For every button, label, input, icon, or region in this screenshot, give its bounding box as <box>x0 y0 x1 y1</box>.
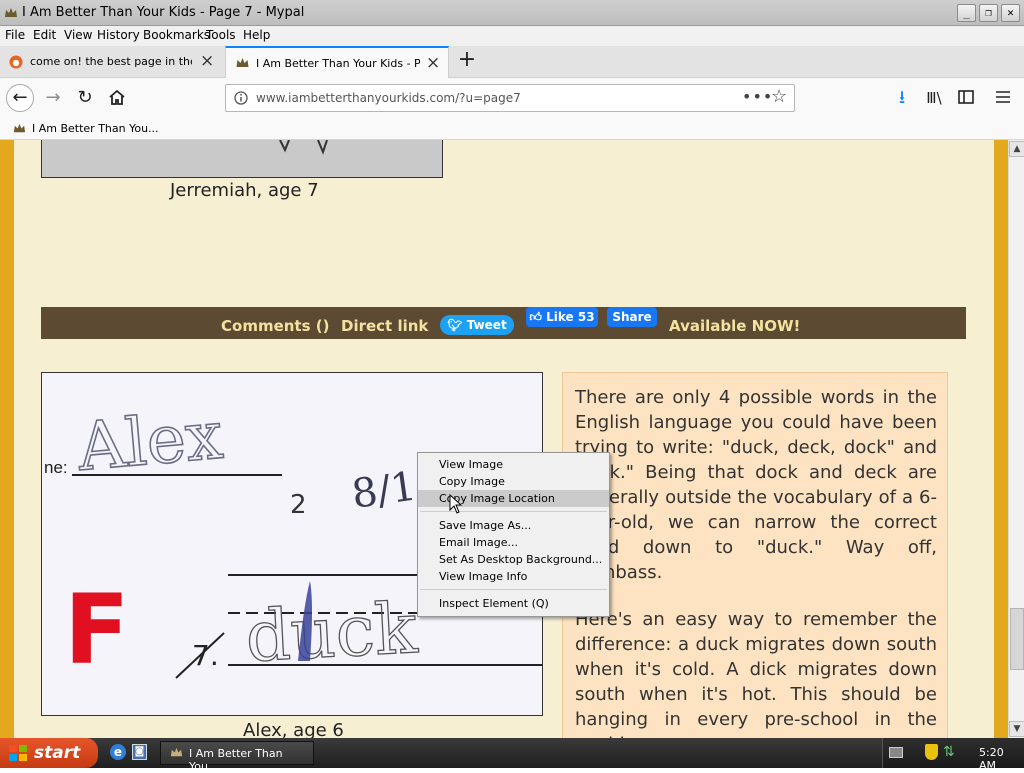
bookmark-star-icon[interactable]: ☆ <box>771 86 787 107</box>
menu-item-copy-image-location[interactable]: Copy Image Location <box>418 490 609 507</box>
close-tab-icon[interactable]: × <box>426 53 440 73</box>
start-button[interactable]: start <box>0 738 98 768</box>
menu-tools[interactable]: Tools <box>206 28 236 42</box>
comments-link[interactable]: Comments () <box>221 317 329 335</box>
system-tray: ⇅ 5:20 AM <box>882 738 1024 772</box>
commentary-paragraph: Here's an easy way to remember the diffe… <box>575 609 937 738</box>
page-column: Jerremiah, age 7 Comments () Direct link… <box>14 140 994 738</box>
window-title: I Am Better Than Your Kids - Page 7 - My… <box>22 5 305 20</box>
twitter-bird-icon: 🐦︎ <box>447 318 463 332</box>
menu-file[interactable]: File <box>5 28 25 42</box>
crown-icon <box>13 123 26 133</box>
back-arrow-icon[interactable]: ← <box>6 84 34 112</box>
scroll-up-arrow-icon[interactable]: ▲ <box>1009 141 1024 157</box>
menu-help[interactable]: Help <box>243 28 270 42</box>
vertical-scrollbar[interactable]: ▲ ▼ <box>1008 140 1024 738</box>
share-bar: Comments () Direct link 🐦︎ Tweet 👍︎ Like… <box>41 307 966 339</box>
sidebar-icon[interactable] <box>958 90 974 104</box>
forward-arrow-icon[interactable]: → <box>40 86 66 112</box>
show-desktop-icon[interactable]: ◙ <box>132 744 147 760</box>
commentary-box: There are only 4 possible words in the E… <box>562 372 948 738</box>
maximize-button[interactable]: ❐ <box>979 4 998 22</box>
crown-icon <box>236 58 249 67</box>
tweet-button[interactable]: 🐦︎ Tweet <box>440 315 514 335</box>
address-bar[interactable]: www.iambetterthanyourkids.com/?u=page7 •… <box>225 84 795 112</box>
tab-label: I Am Better Than Your Kids - Page <box>256 57 420 70</box>
taskbar-item-label: I Am Better Than You... <box>189 747 283 773</box>
context-menu: View Image Copy Image Copy Image Locatio… <box>417 452 610 617</box>
reddit-icon <box>9 55 23 69</box>
menu-item-set-desktop-background[interactable]: Set As Desktop Background... <box>418 551 609 568</box>
problem-number-7: 7. <box>192 639 219 672</box>
title-bar: I Am Better Than Your Kids - Page 7 - My… <box>0 0 1024 26</box>
previous-drawing-image[interactable] <box>41 140 443 178</box>
scrollbar-thumb[interactable] <box>1010 608 1024 670</box>
tab-bar: come on! the best page in the uni × I Am… <box>0 46 1024 78</box>
reload-icon[interactable]: ↻ <box>72 86 98 112</box>
menu-item-save-image-as[interactable]: Save Image As... <box>418 517 609 534</box>
like-label: Like 53 <box>546 310 595 324</box>
page-content: Jerremiah, age 7 Comments () Direct link… <box>0 140 1008 738</box>
menu-bar: File Edit View History Bookmarks Tools H… <box>0 26 1024 46</box>
close-window-button[interactable]: ✕ <box>1001 4 1020 22</box>
library-icon[interactable]: Ⅲ\ <box>921 86 947 112</box>
tab-better-than-kids[interactable]: I Am Better Than Your Kids - Page × <box>225 46 449 78</box>
taskbar: start e ◙ I Am Better Than You... ⇅ 5:20… <box>0 738 1024 773</box>
handwritten-answer: duck <box>244 587 420 678</box>
worksheet-name-label: ne: <box>44 458 68 477</box>
clock[interactable]: 5:20 AM <box>979 746 1024 772</box>
available-now-link[interactable]: Available NOW! <box>669 317 800 335</box>
home-icon[interactable] <box>108 89 126 106</box>
network-icon[interactable]: ⇅ <box>943 744 955 760</box>
security-shield-icon[interactable] <box>925 744 938 760</box>
menu-item-view-image-info[interactable]: View Image Info <box>418 568 609 585</box>
menu-separator <box>420 589 607 590</box>
thumbs-up-icon: 👍︎ <box>529 310 542 324</box>
download-arrow-icon[interactable]: ⭳ <box>889 86 915 112</box>
bookmarks-toolbar: I Am Better Than You... <box>0 118 1024 140</box>
internet-explorer-icon[interactable]: e <box>110 744 126 760</box>
minimize-button[interactable]: _ <box>957 4 976 22</box>
hamburger-menu-icon[interactable] <box>996 91 1010 103</box>
keyboard-icon[interactable] <box>889 747 903 758</box>
image-caption: Jerremiah, age 7 <box>170 180 319 201</box>
menu-item-copy-image[interactable]: Copy Image <box>418 473 609 490</box>
windows-logo-icon <box>9 745 27 761</box>
commentary-paragraph: There are only 4 possible words in the E… <box>575 387 937 583</box>
menu-bookmarks[interactable]: Bookmarks <box>143 28 210 42</box>
menu-item-view-image[interactable]: View Image <box>418 456 609 473</box>
problem-number-2: 2 <box>290 490 307 520</box>
direct-link[interactable]: Direct link <box>341 317 428 335</box>
tab-come-on[interactable]: come on! the best page in the uni × <box>0 46 224 78</box>
taskbar-item-browser[interactable]: I Am Better Than You... <box>160 741 314 773</box>
crown-icon <box>170 747 183 757</box>
page-actions-icon[interactable]: ••• <box>742 87 773 106</box>
tweet-label: Tweet <box>466 318 507 332</box>
start-label: start <box>34 743 81 763</box>
menu-edit[interactable]: Edit <box>33 28 56 42</box>
like-button[interactable]: 👍︎ Like 53 <box>526 307 598 327</box>
menu-view[interactable]: View <box>64 28 92 42</box>
close-tab-icon[interactable]: × <box>200 51 214 71</box>
grade-f: F <box>64 574 130 686</box>
scroll-down-arrow-icon[interactable]: ▼ <box>1009 721 1024 737</box>
share-button[interactable]: Share <box>607 307 657 327</box>
crown-icon <box>5 8 17 17</box>
menu-item-email-image[interactable]: Email Image... <box>418 534 609 551</box>
handwritten-name: Alex <box>74 397 226 486</box>
bookmark-item[interactable]: I Am Better Than You... <box>32 122 159 135</box>
menu-item-inspect-element[interactable]: Inspect Element (Q) <box>418 595 609 612</box>
tab-label: come on! the best page in the uni <box>30 55 192 68</box>
image-caption: Alex, age 6 <box>243 720 344 738</box>
new-tab-plus-icon[interactable]: + <box>456 49 478 73</box>
mouse-cursor-icon <box>449 494 462 514</box>
menu-history[interactable]: History <box>97 28 140 42</box>
url-text[interactable]: www.iambetterthanyourkids.com/?u=page7 <box>256 91 521 105</box>
info-icon[interactable] <box>234 91 248 105</box>
